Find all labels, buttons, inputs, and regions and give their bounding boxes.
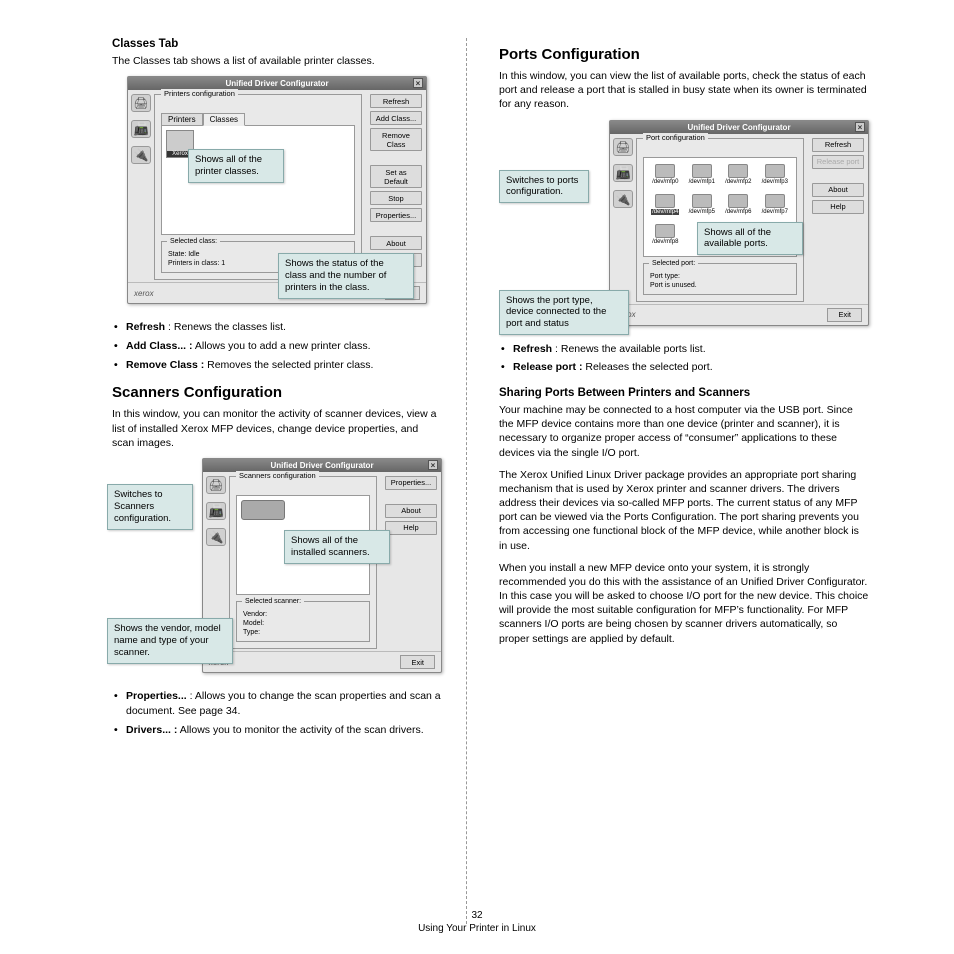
ports-bullets: Refresh : Renews the available ports lis… (499, 342, 869, 375)
app-title-text: Unified Driver Configurator (225, 79, 328, 88)
list-item: Remove Class : Removes the selected prin… (112, 358, 442, 373)
exit-button[interactable]: Exit (400, 655, 435, 669)
sharing-heading: Sharing Ports Between Printers and Scann… (499, 387, 869, 399)
page-number: 32 (0, 910, 954, 921)
remove-class-button[interactable]: Remove Class (370, 128, 422, 151)
app-title-text: Unified Driver Configurator (687, 123, 790, 132)
close-icon[interactable]: × (855, 122, 865, 132)
properties-button[interactable]: Properties... (370, 208, 422, 222)
callout-port-status: Shows the port type, device connected to… (499, 290, 629, 336)
port-item[interactable]: /dev/mfp8 (648, 224, 683, 250)
callout-switch-scanners: Switches to Scanners configuration. (107, 484, 193, 530)
callout-vendor: Shows the vendor, model name and type of… (107, 618, 233, 664)
ports-heading: Ports Configuration (499, 46, 869, 63)
set-default-button[interactable]: Set as Default (370, 165, 422, 188)
printer-icon[interactable]: 🖨 (131, 94, 151, 112)
tab-classes[interactable]: Classes (203, 113, 245, 126)
release-port-button[interactable]: Release port (812, 155, 864, 169)
scanners-heading: Scanners Configuration (112, 384, 442, 401)
list-item: Properties... : Allows you to change the… (112, 689, 442, 718)
group-title: Printers configuration (161, 89, 238, 98)
line-type: Type: (243, 628, 363, 637)
line-port-type: Port type: (650, 272, 790, 281)
scanners-app: Unified Driver Configurator × 🖨 📠 🔌 Scan… (202, 458, 442, 673)
scanner-item[interactable] (241, 500, 285, 520)
chapter-title: Using Your Printer in Linux (0, 923, 954, 934)
scanner-icon[interactable]: 📠 (206, 502, 226, 520)
port-item[interactable]: /dev/mfp1 (685, 164, 720, 190)
refresh-button[interactable]: Refresh (812, 138, 864, 152)
list-item: Release port : Releases the selected por… (499, 360, 869, 375)
port-icon[interactable]: 🔌 (613, 190, 633, 208)
selected-scanner-title: Selected scanner: (242, 597, 304, 606)
about-button[interactable]: About (370, 236, 422, 250)
selected-port-title: Selected port: (649, 259, 698, 268)
sharing-p2: The Xerox Unified Linux Driver package p… (499, 468, 869, 553)
list-item: Refresh : Renews the classes list. (112, 320, 442, 335)
classes-bullets: Refresh : Renews the classes list. Add C… (112, 320, 442, 372)
xerox-logo: xerox (134, 289, 154, 298)
classes-app: Unified Driver Configurator × 🖨 📠 🔌 Prin… (127, 76, 427, 304)
scanners-bullets: Properties... : Allows you to change the… (112, 689, 442, 737)
app-title-text: Unified Driver Configurator (270, 461, 373, 470)
printer-icon[interactable]: 🖨 (206, 476, 226, 494)
close-icon[interactable]: × (413, 78, 423, 88)
callout-classes-status: Shows the status of the class and the nu… (278, 253, 414, 299)
tab-printers[interactable]: Printers (161, 113, 203, 126)
callout-switch-ports: Switches to ports configuration. (499, 170, 589, 204)
classes-tab-heading: Classes Tab (112, 38, 442, 50)
port-item[interactable]: /dev/mfp2 (721, 164, 756, 190)
sharing-p3: When you install a new MFP device onto y… (499, 561, 869, 646)
about-button[interactable]: About (812, 183, 864, 197)
page-footer: 32 Using Your Printer in Linux (0, 910, 954, 934)
add-class-button[interactable]: Add Class... (370, 111, 422, 125)
properties-button[interactable]: Properties... (385, 476, 437, 490)
scanner-icon[interactable]: 📠 (131, 120, 151, 138)
line-port-status: Port is unused. (650, 281, 790, 290)
callout-installed-scanners: Shows all of the installed scanners. (284, 530, 390, 564)
list-item: Add Class... : Allows you to add a new p… (112, 339, 442, 354)
port-item[interactable]: /dev/mfp7 (758, 194, 793, 220)
port-item[interactable]: /dev/mfp4 (648, 194, 683, 220)
column-divider (466, 38, 467, 924)
port-item[interactable]: /dev/mfp0 (648, 164, 683, 190)
port-item[interactable]: /dev/mfp6 (721, 194, 756, 220)
callout-available-ports: Shows all of the available ports. (697, 222, 803, 256)
ports-intro: In this window, you can view the list of… (499, 69, 869, 112)
list-item: Refresh : Renews the available ports lis… (499, 342, 869, 357)
line-vendor: Vendor: (243, 610, 363, 619)
help-button[interactable]: Help (812, 200, 864, 214)
help-button[interactable]: Help (385, 521, 437, 535)
selected-class-title: Selected class: (167, 237, 220, 246)
printer-icon[interactable]: 🖨 (613, 138, 633, 156)
port-icon[interactable]: 🔌 (131, 146, 151, 164)
callout-classes-list: Shows all of the printer classes. (188, 149, 284, 183)
refresh-button[interactable]: Refresh (370, 94, 422, 108)
group-title: Scanners configuration (236, 471, 319, 480)
port-item[interactable]: /dev/mfp5 (685, 194, 720, 220)
port-icon[interactable]: 🔌 (206, 528, 226, 546)
stop-button[interactable]: Stop (370, 191, 422, 205)
scanner-icon[interactable]: 📠 (613, 164, 633, 182)
sharing-p1: Your machine may be connected to a host … (499, 403, 869, 460)
exit-button[interactable]: Exit (827, 308, 862, 322)
close-icon[interactable]: × (428, 460, 438, 470)
about-button[interactable]: About (385, 504, 437, 518)
scanners-intro: In this window, you can monitor the acti… (112, 407, 442, 450)
group-title: Port configuration (643, 133, 708, 142)
port-item[interactable]: /dev/mfp3 (758, 164, 793, 190)
line-model: Model: (243, 619, 363, 628)
classes-intro: The Classes tab shows a list of availabl… (112, 54, 442, 68)
list-item: Drivers... : Allows you to monitor the a… (112, 723, 442, 738)
